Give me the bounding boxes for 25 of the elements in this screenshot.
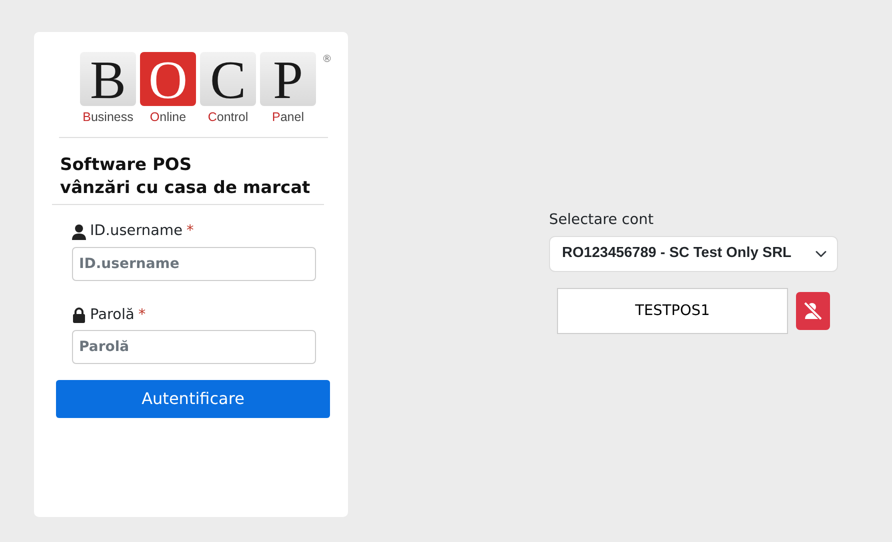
registered-mark: ®: [322, 53, 332, 67]
lock-icon: [72, 307, 86, 324]
logo-letter: P: [260, 52, 316, 106]
account-select[interactable]: RO123456789 - SC Test Only SRL: [549, 236, 838, 272]
logo-letter: C: [200, 52, 256, 106]
required-mark: *: [138, 306, 146, 324]
heading-text: vânzări cu casa de marcat: [60, 176, 312, 200]
username-field[interactable]: ID.username: [72, 246, 316, 280]
logo-letter: B: [80, 52, 136, 106]
user-slash-icon: [803, 302, 823, 320]
field-label: Parolă: [90, 306, 134, 324]
logo-word: Panel: [272, 109, 304, 126]
logo-word: Control: [208, 109, 248, 126]
login-button[interactable]: Autentificare: [56, 380, 330, 418]
logo-word: Business: [82, 109, 134, 126]
field-label: ID.username: [90, 222, 183, 241]
heading-text: Software POS: [60, 154, 193, 177]
password-field[interactable]: Parolă: [72, 330, 316, 364]
user-icon: [72, 224, 86, 240]
logo-letter: O: [140, 52, 196, 106]
logout-button[interactable]: [796, 292, 830, 330]
terminal-field[interactable]: TESTPOS1: [557, 288, 788, 334]
account-label: Selectare cont: [549, 211, 655, 230]
required-mark: *: [186, 222, 194, 241]
logo-word: Online: [150, 109, 186, 126]
